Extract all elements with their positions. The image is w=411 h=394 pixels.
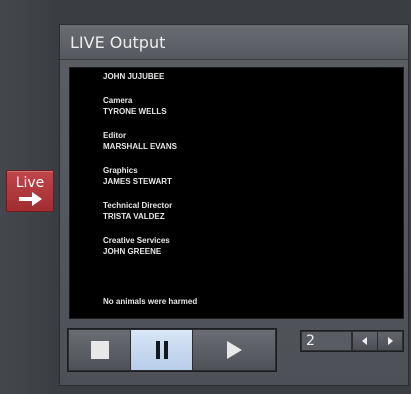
stop-button[interactable] xyxy=(69,330,131,370)
play-icon xyxy=(227,341,242,359)
credit-entry: Camera TYRONE WELLS xyxy=(103,95,383,117)
credit-name: TRISTA VALDEZ xyxy=(103,212,165,221)
credits-footer-note: No animals were harmed xyxy=(103,297,198,306)
stop-icon xyxy=(91,341,109,359)
play-button[interactable] xyxy=(193,330,275,370)
credits-roll: JOHN JUJUBEE Camera TYRONE WELLS Editor … xyxy=(103,68,383,270)
credit-entry: JOHN JUJUBEE xyxy=(103,68,383,82)
credit-role: Camera xyxy=(103,96,133,105)
spinner-prev-button[interactable] xyxy=(352,332,377,350)
video-preview: JOHN JUJUBEE Camera TYRONE WELLS Editor … xyxy=(69,67,404,319)
right-arrow-icon xyxy=(19,192,42,206)
panel-title: LIVE Output xyxy=(70,33,166,52)
credit-name: MARSHALL EVANS xyxy=(103,142,177,151)
chevron-left-icon xyxy=(362,337,367,345)
credit-name: TYRONE WELLS xyxy=(103,107,167,116)
credit-role: Technical Director xyxy=(103,201,173,210)
transport-controls xyxy=(67,328,277,372)
chevron-right-icon xyxy=(388,337,393,345)
credit-role: Editor xyxy=(103,131,127,140)
credit-entry: Editor MARSHALL EVANS xyxy=(103,130,383,152)
credit-entry: Graphics JAMES STEWART xyxy=(103,165,383,187)
credit-entry: Creative Services JOHN GREENE xyxy=(103,235,383,257)
credit-name: JOHN JUJUBEE xyxy=(103,72,165,81)
panel-header: LIVE Output xyxy=(60,25,408,60)
live-button-label: Live xyxy=(15,175,45,191)
page-spinner: 2 xyxy=(300,330,404,352)
credit-role: Creative Services xyxy=(103,236,170,245)
credit-role: Graphics xyxy=(103,166,138,175)
credit-name: JAMES STEWART xyxy=(103,177,172,186)
live-output-panel: LIVE Output JOHN JUJUBEE Camera TYRONE W… xyxy=(59,24,409,386)
pause-button[interactable] xyxy=(131,330,193,370)
pause-icon xyxy=(155,341,169,359)
credit-entry: Technical Director TRISTA VALDEZ xyxy=(103,200,383,222)
spinner-value[interactable]: 2 xyxy=(302,332,351,350)
credit-name: JOHN GREENE xyxy=(103,247,162,256)
live-button[interactable]: Live xyxy=(6,170,54,212)
spinner-next-button[interactable] xyxy=(377,332,402,350)
